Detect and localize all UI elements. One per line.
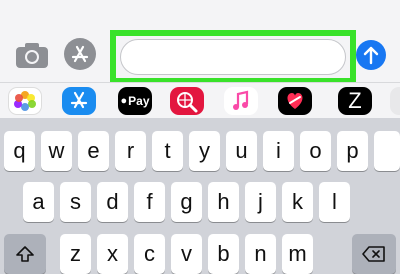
shift-key[interactable] [4,234,46,274]
key-e[interactable]: e [78,131,109,171]
key-z[interactable]: z [60,234,91,274]
key-u[interactable]: u [226,131,257,171]
shift-icon [16,246,34,262]
digital-touch-app-icon[interactable] [278,87,312,115]
z-app-icon[interactable]: Z [338,87,372,115]
music-app-icon[interactable] [224,87,258,115]
key-w[interactable]: w [41,131,72,171]
key-y[interactable]: y [189,131,220,171]
backspace-icon [362,246,385,262]
web-search-app-icon[interactable] [170,87,204,115]
input-highlight-box [110,30,356,84]
key-r[interactable]: r [115,131,146,171]
key-q[interactable]: q [4,131,35,171]
key-i[interactable]: i [263,131,294,171]
backspace-key[interactable] [352,234,396,274]
app-store-app-icon[interactable] [62,87,96,115]
apple-logo-icon: ● [120,95,128,107]
more-apps-icon[interactable] [390,87,400,115]
key-s[interactable]: s [60,182,91,222]
app-drawer: ● Pay Z [0,82,400,119]
key-j[interactable]: j [245,182,276,222]
key-b[interactable]: b [208,234,239,274]
key-a[interactable]: a [23,182,54,222]
key-m[interactable]: m [282,234,313,274]
key-t[interactable]: t [152,131,183,171]
app-store-icon[interactable] [64,38,96,70]
keyboard: q w e r t y u i o p a s d f g h j k l z … [0,118,400,274]
key-offscreen[interactable] [374,131,400,171]
z-app-label: Z [348,88,362,113]
key-n[interactable]: n [245,234,276,274]
key-f[interactable]: f [134,182,165,222]
key-v[interactable]: v [171,234,202,274]
key-l[interactable]: l [319,182,350,222]
key-d[interactable]: d [97,182,128,222]
key-k[interactable]: k [282,182,313,222]
key-g[interactable]: g [171,182,202,222]
key-h[interactable]: h [208,182,239,222]
key-p[interactable]: p [337,131,368,171]
key-o[interactable]: o [300,131,331,171]
key-c[interactable]: c [134,234,165,274]
camera-icon[interactable] [14,40,50,70]
key-x[interactable]: x [97,234,128,274]
photos-app-icon[interactable] [8,87,42,115]
send-button[interactable] [356,40,386,70]
apple-pay-label: Pay [128,94,150,108]
apple-pay-app-icon[interactable]: ● Pay [118,87,152,115]
